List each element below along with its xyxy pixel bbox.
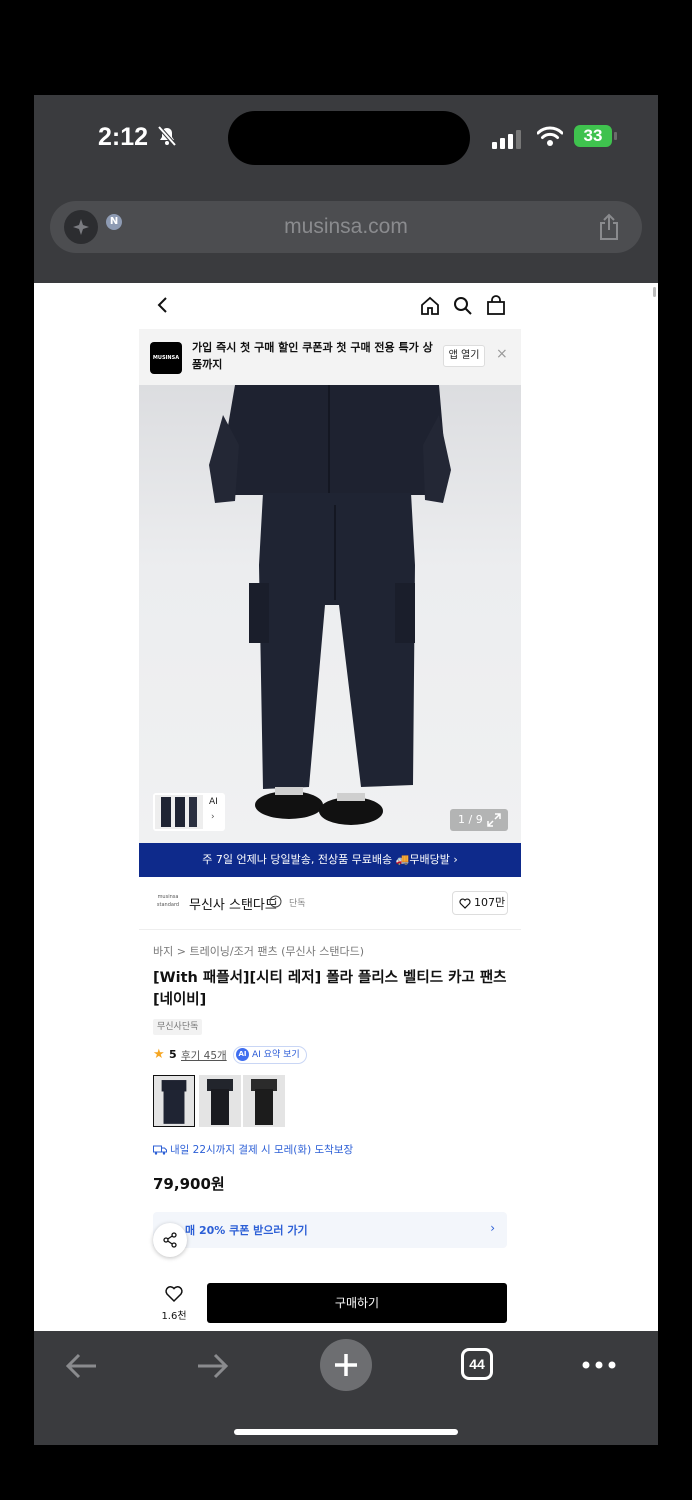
- chevron-right-icon: ›: [490, 1221, 495, 1235]
- expand-icon[interactable]: [487, 813, 501, 827]
- ai-summary-label: AI 요약 보기: [252, 1050, 300, 1060]
- url-text[interactable]: musinsa.com: [50, 215, 642, 239]
- product-page: MUSINSA 가입 즉시 첫 구매 할인 쿠폰과 첫 구매 전용 특가 상품까…: [139, 283, 521, 1331]
- ai-icon: AI: [236, 1048, 249, 1061]
- brand-logo[interactable]: musinsa standard: [153, 889, 183, 913]
- ai-label: AI: [209, 797, 218, 807]
- browser-toolbar: 44: [34, 1331, 658, 1445]
- home-icon[interactable]: [419, 295, 441, 317]
- info-icon[interactable]: [269, 895, 282, 908]
- app-promo-banner: MUSINSA 가입 즉시 첫 구매 할인 쿠폰과 첫 구매 전용 특가 상품까…: [139, 329, 521, 385]
- coupon-text: 매 20% 쿠폰 받으러 가기: [185, 1224, 308, 1237]
- battery-level: 33: [574, 125, 612, 147]
- phone-screen: 2:12 33 N musinsa.com MUSINSA 가입 즉시 첫 구매…: [34, 95, 658, 1445]
- wish-count: 1.6천: [161, 1311, 187, 1322]
- chevron-right-icon: ›: [211, 812, 215, 822]
- brand-row: musinsa standard 무신사 스탠다드 단독 107만: [139, 877, 521, 930]
- coupon-banner[interactable]: 매 20% 쿠폰 받으러 가기 ›: [153, 1212, 507, 1248]
- open-app-button[interactable]: 앱 열기: [443, 345, 485, 367]
- exclusive-badge: 단독: [289, 899, 306, 909]
- color-option-2[interactable]: [199, 1075, 241, 1127]
- shopping-bag-icon[interactable]: [485, 294, 507, 316]
- search-icon[interactable]: [452, 295, 474, 317]
- scroll-indicator: [653, 287, 656, 297]
- thumbnail-image: [155, 795, 203, 829]
- web-viewport: MUSINSA 가입 즉시 첫 구매 할인 쿠폰과 첫 구매 전용 특가 상품까…: [34, 283, 658, 1331]
- promo-text: 가입 즉시 첫 구매 할인 쿠폰과 첫 구매 전용 특가 상품까지: [192, 341, 433, 371]
- forward-arrow-icon[interactable]: [196, 1351, 230, 1381]
- brand-name[interactable]: 무신사 스탠다드: [189, 894, 277, 913]
- more-dots-icon[interactable]: [582, 1361, 616, 1369]
- battery-tip: [614, 132, 617, 140]
- color-option-1[interactable]: [153, 1075, 195, 1127]
- product-price: 79,900원: [153, 1175, 225, 1193]
- free-delivery-bar[interactable]: 주 7일 언제나 당일발송, 전상품 무료배송 🚚무배당발 ›: [139, 843, 521, 877]
- heart-icon: [459, 898, 471, 909]
- delivery-guarantee-text: 내일 22시까지 결제 시 모레(화) 도착보장: [170, 1144, 354, 1156]
- banner-close-button[interactable]: ×: [496, 346, 508, 362]
- breadcrumb[interactable]: 바지 > 트레이닝/조거 팬츠 (무신사 스탠다드): [153, 943, 364, 959]
- back-arrow-icon[interactable]: [64, 1351, 98, 1381]
- heart-icon[interactable]: [165, 1285, 183, 1303]
- star-icon: ★: [153, 1047, 165, 1062]
- status-bar: 2:12 33: [34, 95, 658, 175]
- buy-button[interactable]: 구매하기: [207, 1283, 507, 1323]
- rating-row: ★ 5 후기 45개 AI AI 요약 보기: [153, 1045, 513, 1065]
- status-time: 2:12: [98, 123, 149, 151]
- silent-bell-icon: [157, 125, 177, 147]
- review-link[interactable]: 후기 45개: [181, 1048, 227, 1063]
- musinsa-logo: MUSINSA: [150, 342, 182, 374]
- dynamic-island: [228, 111, 470, 165]
- purchase-bar: 1.6천 구매하기: [139, 1273, 521, 1331]
- address-bar[interactable]: N musinsa.com: [50, 201, 642, 253]
- wifi-icon: [537, 126, 563, 146]
- brand-like-button[interactable]: 107만: [452, 891, 508, 915]
- share-button[interactable]: [153, 1223, 187, 1257]
- new-tab-button[interactable]: [320, 1339, 372, 1391]
- product-image[interactable]: AI › 1 / 9: [139, 385, 521, 843]
- cellular-signal-icon: [492, 130, 521, 149]
- share-nodes-icon: [163, 1232, 177, 1248]
- brand-like-count: 107만: [474, 896, 506, 909]
- home-indicator: [234, 1429, 458, 1435]
- rating-score: 5: [169, 1048, 177, 1061]
- site-header: [139, 283, 521, 329]
- color-option-3[interactable]: [243, 1075, 285, 1127]
- exclusive-tag: 무신사단독: [153, 1019, 203, 1035]
- plus-icon: [335, 1354, 357, 1376]
- model-photo: [209, 385, 451, 825]
- ai-similar-thumbnail[interactable]: AI ›: [153, 793, 225, 831]
- truck-icon: [153, 1145, 167, 1155]
- ai-summary-button[interactable]: AI AI 요약 보기: [233, 1046, 307, 1064]
- share-icon[interactable]: [596, 213, 622, 241]
- delivery-guarantee: 내일 22시까지 결제 시 모레(화) 도착보장: [153, 1142, 353, 1157]
- back-arrow-icon[interactable]: [153, 295, 173, 315]
- product-title: [With 패플서][시티 레저] 폴라 플리스 벨티드 카고 팬츠 [네이비]: [153, 970, 507, 1008]
- tabs-button[interactable]: 44: [461, 1348, 493, 1380]
